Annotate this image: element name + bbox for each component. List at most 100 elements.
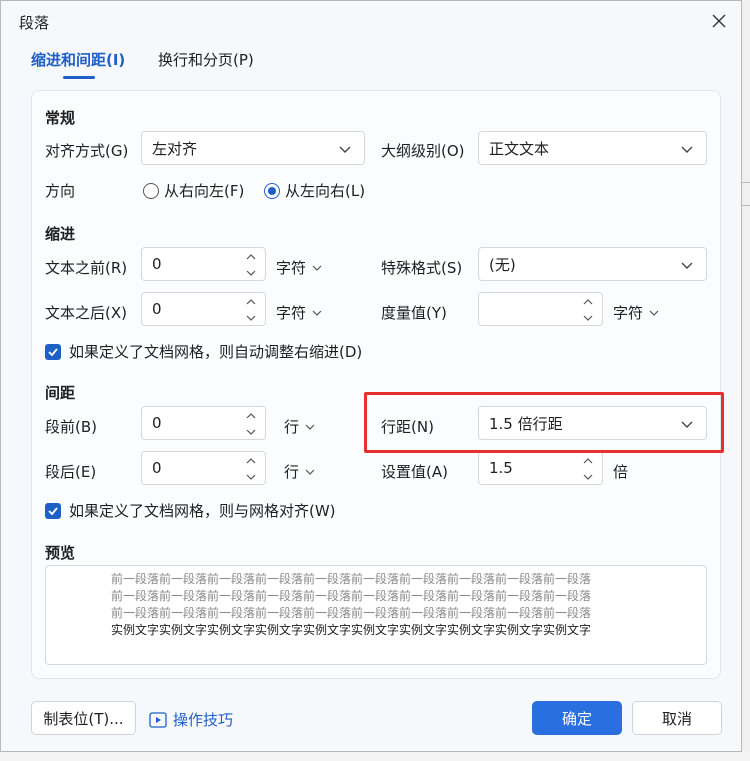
chevron-down-icon (339, 146, 351, 153)
line-spacing-label: 行距(N) (381, 418, 434, 436)
snap-to-grid-label: 如果定义了文档网格，则与网格对齐(W) (69, 502, 336, 520)
close-button[interactable] (707, 9, 731, 33)
general-heading: 常规 (45, 109, 76, 127)
line-spacing-select[interactable]: 1.5 倍行距 (478, 406, 707, 440)
indent-before-label: 文本之前(R) (45, 259, 128, 277)
indent-before-input[interactable] (141, 247, 266, 281)
checkbox-checked (45, 343, 61, 360)
spinner-arrows[interactable] (245, 297, 257, 323)
checkbox-checked (45, 502, 61, 519)
arrow-up-icon[interactable] (245, 411, 257, 421)
play-video-icon (149, 711, 167, 728)
outline-level-value: 正文文本 (489, 139, 550, 158)
arrow-down-icon[interactable] (582, 313, 594, 323)
measure-label: 度量值(Y) (381, 304, 447, 322)
indent-after-label: 文本之后(X) (45, 304, 127, 322)
arrow-up-icon[interactable] (245, 456, 257, 466)
unit-label: 字符 (613, 304, 644, 322)
measure-field[interactable] (489, 300, 569, 318)
unit-label: 行 (284, 418, 300, 436)
spacing-before-input[interactable] (141, 406, 266, 440)
active-tab-indicator (63, 76, 95, 79)
direction-label: 方向 (45, 182, 76, 200)
arrow-up-icon[interactable] (582, 297, 594, 307)
spacing-before-label: 段前(B) (45, 418, 97, 436)
alignment-label: 对齐方式(G) (45, 142, 129, 160)
tips-link[interactable]: 操作技巧 (149, 709, 233, 730)
checkmark-icon (48, 347, 58, 356)
unit-label: 字符 (276, 304, 307, 322)
indent-before-unit[interactable]: 字符 (276, 257, 322, 278)
background-window-bottom (0, 752, 750, 761)
indent-before-field[interactable] (152, 255, 232, 273)
indent-after-field[interactable] (152, 300, 232, 318)
unit-label: 字符 (276, 259, 307, 277)
spacing-before-field[interactable] (152, 414, 232, 432)
spinner-arrows[interactable] (245, 252, 257, 278)
alignment-value: 左对齐 (152, 139, 198, 158)
alignment-select[interactable]: 左对齐 (141, 131, 365, 165)
chevron-down-icon (305, 469, 315, 475)
close-icon (712, 14, 726, 28)
special-format-value: (无) (489, 255, 516, 274)
dialog-title: 段落 (19, 14, 50, 32)
cancel-button[interactable]: 取消 (632, 701, 722, 735)
set-value-field[interactable] (489, 459, 569, 477)
chevron-down-icon (681, 262, 693, 269)
direction-rtl-label: 从右向左(F) (164, 182, 245, 200)
arrow-down-icon[interactable] (245, 313, 257, 323)
arrow-up-icon[interactable] (582, 456, 594, 466)
spacing-before-unit[interactable]: 行 (284, 416, 315, 437)
preview-line-current: 实例文字实例文字实例文字实例文字实例文字实例文字实例文字实例文字实例文字实例文字 (111, 623, 592, 637)
set-value-input[interactable] (478, 451, 603, 485)
measure-input[interactable] (478, 292, 603, 326)
spacing-after-label: 段后(E) (45, 463, 97, 481)
chevron-down-icon (312, 310, 322, 316)
indent-after-input[interactable] (141, 292, 266, 326)
radio-circle-selected (264, 182, 280, 199)
spacing-after-input[interactable] (141, 451, 266, 485)
paragraph-dialog: 段落 缩进和间距(I) 换行和分页(P) 常规 对齐方式(G) 左对齐 大纲级别… (0, 0, 742, 752)
tab-line-page-breaks[interactable]: 换行和分页(P) (158, 49, 254, 70)
arrow-down-icon[interactable] (245, 427, 257, 437)
auto-adjust-indent-label: 如果定义了文档网格，则自动调整右缩进(D) (69, 343, 363, 361)
unit-label: 行 (284, 463, 300, 481)
spacing-heading: 间距 (45, 384, 76, 402)
outline-level-label: 大纲级别(O) (381, 142, 465, 160)
ok-button[interactable]: 确定 (532, 701, 622, 735)
arrow-down-icon[interactable] (582, 472, 594, 482)
measure-unit[interactable]: 字符 (613, 302, 659, 323)
chevron-down-icon (312, 265, 322, 271)
direction-ltr-radio[interactable]: 从左向右(L) (264, 180, 365, 201)
chevron-down-icon (649, 310, 659, 316)
outline-level-select[interactable]: 正文文本 (478, 131, 707, 165)
indent-heading: 缩进 (45, 225, 76, 243)
preview-line: 前一段落前一段落前一段落前一段落前一段落前一段落前一段落前一段落前一段落前一段落 (111, 606, 592, 620)
auto-adjust-indent-checkbox[interactable]: 如果定义了文档网格，则自动调整右缩进(D) (45, 341, 362, 362)
spinner-arrows[interactable] (582, 456, 594, 482)
arrow-up-icon[interactable] (245, 252, 257, 262)
chevron-down-icon (681, 421, 693, 428)
set-value-unit: 倍 (613, 463, 629, 481)
spacing-after-field[interactable] (152, 459, 232, 477)
spinner-arrows[interactable] (245, 456, 257, 482)
arrow-up-icon[interactable] (245, 297, 257, 307)
special-format-select[interactable]: (无) (478, 247, 707, 281)
direction-ltr-label: 从左向右(L) (285, 182, 366, 200)
arrow-down-icon[interactable] (245, 268, 257, 278)
chevron-down-icon (305, 424, 315, 430)
preview-line: 前一段落前一段落前一段落前一段落前一段落前一段落前一段落前一段落前一段落前一段落 (111, 572, 592, 586)
arrow-down-icon[interactable] (245, 472, 257, 482)
spinner-arrows[interactable] (582, 297, 594, 323)
spacing-after-unit[interactable]: 行 (284, 461, 315, 482)
preview-line: 前一段落前一段落前一段落前一段落前一段落前一段落前一段落前一段落前一段落前一段落 (111, 589, 592, 603)
tab-stops-button[interactable]: 制表位(T)... (31, 701, 136, 735)
line-spacing-value: 1.5 倍行距 (489, 414, 563, 433)
snap-to-grid-checkbox[interactable]: 如果定义了文档网格，则与网格对齐(W) (45, 500, 336, 521)
indent-after-unit[interactable]: 字符 (276, 302, 322, 323)
preview-heading: 预览 (45, 544, 76, 562)
tab-indent-spacing[interactable]: 缩进和间距(I) (31, 49, 125, 70)
direction-rtl-radio[interactable]: 从右向左(F) (143, 180, 244, 201)
spinner-arrows[interactable] (245, 411, 257, 437)
background-window-edge (742, 0, 750, 761)
